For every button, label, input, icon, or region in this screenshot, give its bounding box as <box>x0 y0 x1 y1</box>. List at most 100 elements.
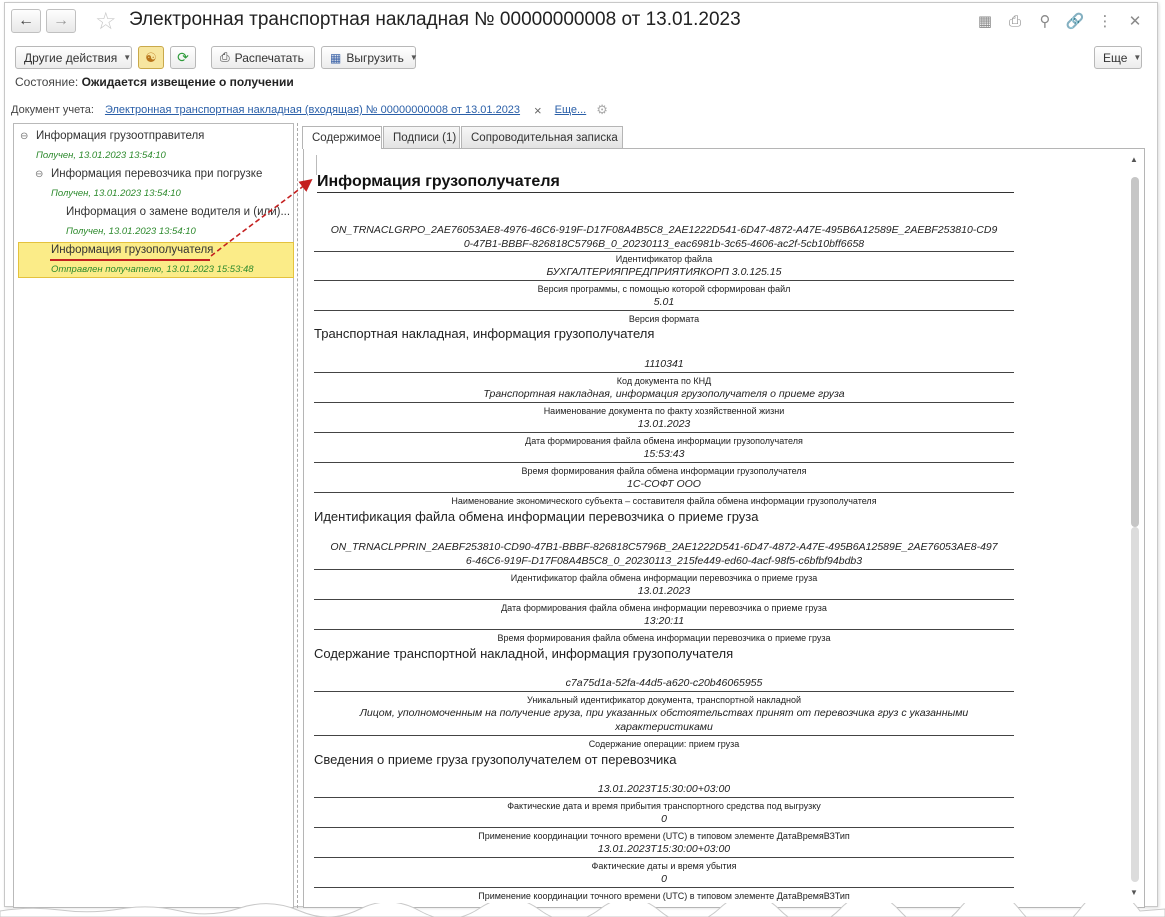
document-content: Информация грузополучателя ON_TRNACLGRPO… <box>303 148 1145 908</box>
utc2-value: 0 <box>661 873 667 885</box>
tree-item-status: Получен, 13.01.2023 13:54:10 <box>51 188 181 199</box>
arrow-right-icon: → <box>53 12 69 29</box>
chevron-down-icon: ▼ <box>1133 53 1142 62</box>
document-tree: ⊖ Информация грузоотправителя Получен, 1… <box>13 123 294 908</box>
uid-caption: Уникальный идентификатор документа, тран… <box>527 695 801 705</box>
tree-item-carrier-loading[interactable]: Информация перевозчика при погрузке <box>51 168 262 180</box>
divider <box>314 735 1014 736</box>
torn-edge <box>0 903 1165 917</box>
doc-account-link[interactable]: Электронная транспортная накладная (вход… <box>105 104 520 116</box>
divider <box>314 402 1014 403</box>
divider <box>314 462 1014 463</box>
margin-mark <box>316 155 317 175</box>
print-button[interactable]: ⎙ Распечатать <box>211 46 315 69</box>
tree-item-shipper[interactable]: Информация грузоотправителя <box>36 130 204 142</box>
time-value: 15:53:43 <box>643 448 685 460</box>
document-title: Информация грузополучателя <box>317 173 560 190</box>
other-actions-label: Другие действия <box>24 50 118 65</box>
tree-item-status: Получен, 13.01.2023 13:54:10 <box>66 226 196 237</box>
carrier-date-value: 13.01.2023 <box>637 585 691 597</box>
operation-line-1: Лицом, уполномоченным на получение груза… <box>359 707 969 719</box>
divider <box>314 691 1014 692</box>
forward-button[interactable]: → <box>46 9 76 33</box>
vertical-scrollbar[interactable]: ▲ ▼ <box>1129 155 1140 900</box>
divider <box>314 310 1014 311</box>
tab-cover-note[interactable]: Сопроводительная записка <box>461 126 623 148</box>
structure-button[interactable]: ☯ <box>138 46 164 69</box>
divider <box>314 372 1014 373</box>
link-icon[interactable]: 🔗 <box>1065 11 1085 31</box>
section-heading: Сведения о приеме груза грузополучателем… <box>314 752 677 767</box>
scroll-thumb[interactable] <box>1131 177 1139 527</box>
doc-account-more-link[interactable]: Еще... <box>555 104 587 116</box>
export-button[interactable]: ▦ Выгрузить ▼ <box>321 46 418 69</box>
section-heading: Транспортная накладная, информация грузо… <box>314 326 655 341</box>
format-value: 5.01 <box>653 296 675 308</box>
file-id-caption: Идентификатор файла <box>615 254 713 264</box>
section-heading: Идентификация файла обмена информации пе… <box>314 509 759 524</box>
panel-splitter[interactable] <box>297 123 298 908</box>
carrier-id-line-2: 6-46C6-919F-D17F08A4B5C8_0_20230113_215f… <box>465 555 863 567</box>
docname-caption: Наименование документа по факту хозяйств… <box>543 406 785 416</box>
tree-item-status: Отправлен получателю, 13.01.2023 15:53:4… <box>51 264 254 275</box>
refresh-icon: ⟳ <box>177 49 189 65</box>
tab-signatures[interactable]: Подписи (1) <box>383 126 460 148</box>
knd-value: 1110341 <box>644 358 684 370</box>
back-button[interactable]: ← <box>11 9 41 33</box>
carrier-id-caption: Идентификатор файла обмена информации пе… <box>510 573 818 583</box>
divider <box>314 251 1014 252</box>
save-icon[interactable]: ▦ <box>975 11 995 31</box>
date-value: 13.01.2023 <box>637 418 691 430</box>
doc-account-label: Документ учета: <box>11 104 94 116</box>
tree-item-status: Получен, 13.01.2023 13:54:10 <box>36 150 166 161</box>
carrier-date-caption: Дата формирования файла обмена информаци… <box>501 603 827 613</box>
carrier-id-line-1: ON_TRNACLPPRIN_2AEBF253810-CD90-47B1-BBB… <box>330 541 998 553</box>
tree-item-consignee[interactable]: Информация грузополучателя <box>51 244 213 256</box>
other-actions-button[interactable]: Другие действия ▼ <box>15 46 132 69</box>
divider <box>314 599 1014 600</box>
tab-content[interactable]: Содержимое <box>302 126 382 149</box>
arrow-left-icon: ← <box>18 12 34 29</box>
collapse-icon[interactable]: ⊖ <box>35 169 43 180</box>
window-title: Электронная транспортная накладная № 000… <box>129 9 741 30</box>
departure-caption: Фактические даты и время убытия <box>591 861 737 871</box>
utc1-value: 0 <box>661 813 667 825</box>
arrival-value: 13.01.2023T15:30:00+03:00 <box>597 783 731 795</box>
clear-icon[interactable]: × <box>534 103 542 118</box>
divider <box>314 280 1014 281</box>
time-caption: Время формирования файла обмена информац… <box>521 466 807 476</box>
more-label: Еще <box>1103 50 1128 65</box>
scroll-track[interactable] <box>1131 527 1139 882</box>
arrival-caption: Фактические дата и время прибытия трансп… <box>507 801 821 811</box>
state-label: Состояние: <box>15 75 79 89</box>
program-caption: Версия программы, с помощью которой сфор… <box>537 284 791 294</box>
menu-kebab-icon[interactable]: ⋮ <box>1095 11 1115 31</box>
underline-mark <box>50 259 210 261</box>
favorite-star-icon[interactable]: ☆ <box>95 7 117 36</box>
utc1-caption: Применение координации точного времени (… <box>478 831 850 841</box>
tree-item-driver-change[interactable]: Информация о замене водителя и (или)... <box>66 206 290 218</box>
disk-icon: ▦ <box>330 50 342 65</box>
scroll-up-icon[interactable]: ▲ <box>1130 155 1138 164</box>
close-icon[interactable]: ✕ <box>1125 11 1145 31</box>
state-value: Ожидается извещение о получении <box>81 75 294 89</box>
uid-value: c7a75d1a-52fa-44d5-a620-c20b46065955 <box>565 677 763 689</box>
preview-icon[interactable]: ⚲ <box>1035 11 1055 31</box>
scroll-down-icon[interactable]: ▼ <box>1130 888 1138 897</box>
docname-value: Транспортная накладная, информация грузо… <box>483 388 845 400</box>
section-heading: Содержание транспортной накладной, инфор… <box>314 646 734 661</box>
gear-icon[interactable]: ⚙ <box>596 102 608 118</box>
doc-account-line: Документ учета: Электронная транспортная… <box>11 102 608 118</box>
carrier-time-value: 13:20:11 <box>643 615 685 627</box>
more-button[interactable]: Еще ▼ <box>1094 46 1142 69</box>
divider <box>314 432 1014 433</box>
knd-caption: Код документа по КНД <box>616 376 712 386</box>
print-icon[interactable]: ⎙ <box>1005 11 1025 31</box>
program-value: БУХГАЛТЕРИЯПРЕДПРИЯТИЯКОРП 3.0.125.15 <box>546 266 782 278</box>
file-id-line-2: 0-47B1-BBBF-826818C5796B_0_20230113_eac6… <box>463 238 865 250</box>
org-caption: Наименование экономического субъекта – с… <box>451 496 877 506</box>
departure-value: 13.01.2023T15:30:00+03:00 <box>597 843 731 855</box>
window: ← → ☆ Электронная транспортная накладная… <box>4 2 1158 908</box>
collapse-icon[interactable]: ⊖ <box>20 131 28 142</box>
refresh-button[interactable]: ⟳ <box>170 46 196 69</box>
